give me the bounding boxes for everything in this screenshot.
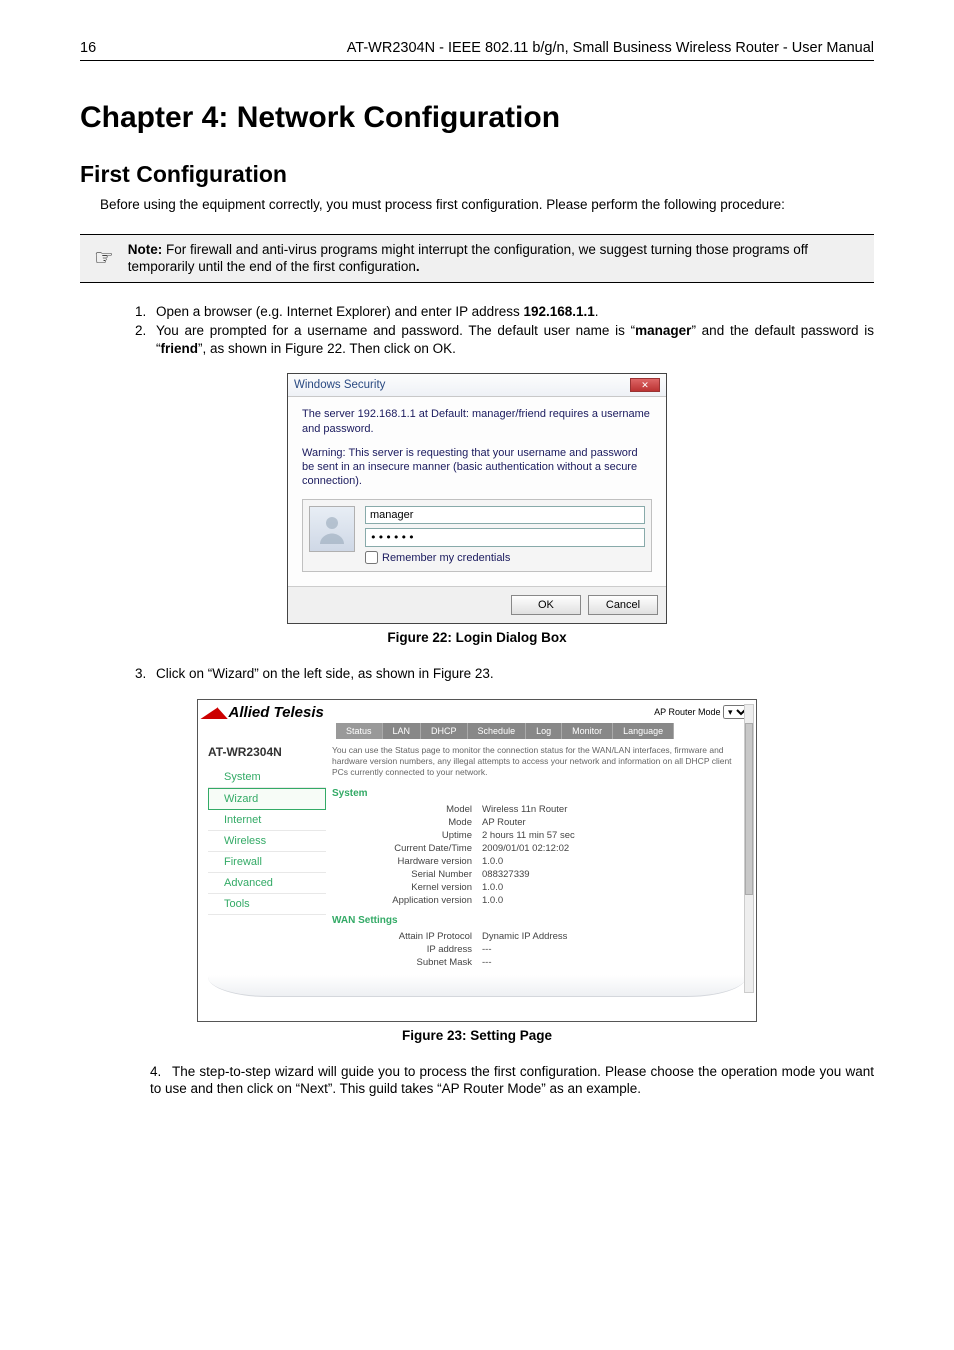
kv-hwver: Hardware version1.0.0 [332,855,740,868]
figure-23-caption: Figure 23: Setting Page [80,1028,874,1043]
close-icon[interactable]: ✕ [630,378,660,392]
tab-schedule[interactable]: Schedule [468,723,527,739]
router-model: AT-WR2304N [208,745,326,759]
avatar-icon [309,506,355,552]
cancel-button[interactable]: Cancel [588,595,658,615]
tab-dhcp[interactable]: DHCP [421,723,468,739]
password-input[interactable] [365,528,645,547]
footer-curve [208,975,746,997]
kv-kernel: Kernel version1.0.0 [332,881,740,894]
tab-language[interactable]: Language [613,723,674,739]
remember-checkbox[interactable]: Remember my credentials [365,551,645,565]
ok-button[interactable]: OK [511,595,581,615]
kv-model: ModelWireless 11n Router [332,803,740,816]
kv-ip: IP address--- [332,943,740,956]
kv-serial: Serial Number088327339 [332,868,740,881]
step-3: Click on “Wizard” on the left side, as s… [150,665,874,683]
kv-datetime: Current Date/Time2009/01/01 02:12:02 [332,842,740,855]
scrollbar[interactable] [744,704,754,993]
figure-22-caption: Figure 22: Login Dialog Box [80,630,874,645]
tab-lan[interactable]: LAN [383,723,422,739]
kv-uptime: Uptime2 hours 11 min 57 sec [332,829,740,842]
credentials-row: Remember my credentials [302,499,652,572]
username-input[interactable] [365,506,645,524]
note-label: Note: [128,242,163,257]
note-icon: ☞ [90,241,128,271]
step-2: You are prompted for a username and pass… [150,322,874,357]
section-intro: Before using the equipment correctly, yo… [100,196,874,214]
system-heading: System [332,788,740,799]
status-description: You can use the Status page to monitor t… [332,745,740,778]
sidebar-item-wireless[interactable]: Wireless [208,831,326,852]
note-text: Note: For firewall and anti-virus progra… [128,241,864,276]
page-header: 16 AT-WR2304N - IEEE 802.11 b/g/n, Small… [80,40,874,61]
remember-checkbox-box[interactable] [365,551,378,564]
windows-security-dialog: Windows Security ✕ The server 192.168.1.… [287,373,667,624]
kv-mode: ModeAP Router [332,816,740,829]
kv-attain: Attain IP ProtocolDynamic IP Address [332,930,740,943]
sidebar-item-advanced[interactable]: Advanced [208,873,326,894]
dialog-titlebar: Windows Security ✕ [288,374,666,397]
top-menu: Status LAN DHCP Schedule Log Monitor Lan… [336,723,750,739]
sidebar-item-internet[interactable]: Internet [208,810,326,831]
step-4: 4.The step-to-step wizard will guide you… [150,1063,874,1098]
step-1: Open a browser (e.g. Internet Explorer) … [150,303,874,321]
sidebar-item-wizard[interactable]: Wizard [208,788,326,810]
sidebar: AT-WR2304N System Wizard Internet Wirele… [208,745,326,969]
logo-icon: ◢◣ [202,704,228,721]
kv-appver: Application version1.0.0 [332,894,740,907]
router-settings-screenshot: ◢◣ Allied Telesis AP Router Mode ▾ Statu… [197,699,757,1022]
main-panel: You can use the Status page to monitor t… [326,745,746,969]
dialog-title: Windows Security [294,379,385,391]
ap-mode-select[interactable]: AP Router Mode ▾ [654,705,750,719]
dialog-msg1: The server 192.168.1.1 at Default: manag… [302,407,652,436]
sidebar-item-tools[interactable]: Tools [208,894,326,915]
doc-title: AT-WR2304N - IEEE 802.11 b/g/n, Small Bu… [347,40,874,56]
kv-mask: Subnet Mask--- [332,956,740,969]
note-box: ☞ Note: For firewall and anti-virus prog… [80,234,874,283]
chapter-title: Chapter 4: Network Configuration [80,101,874,135]
page-number: 16 [80,40,96,56]
tab-status[interactable]: Status [336,723,383,739]
section-title: First Configuration [80,161,874,188]
dialog-warning: Warning: This server is requesting that … [302,446,652,489]
tab-monitor[interactable]: Monitor [562,723,613,739]
allied-telesis-logo: ◢◣ Allied Telesis [204,704,324,721]
wan-heading: WAN Settings [332,915,740,926]
sidebar-item-system[interactable]: System [208,767,326,788]
tab-log[interactable]: Log [526,723,562,739]
sidebar-item-firewall[interactable]: Firewall [208,852,326,873]
